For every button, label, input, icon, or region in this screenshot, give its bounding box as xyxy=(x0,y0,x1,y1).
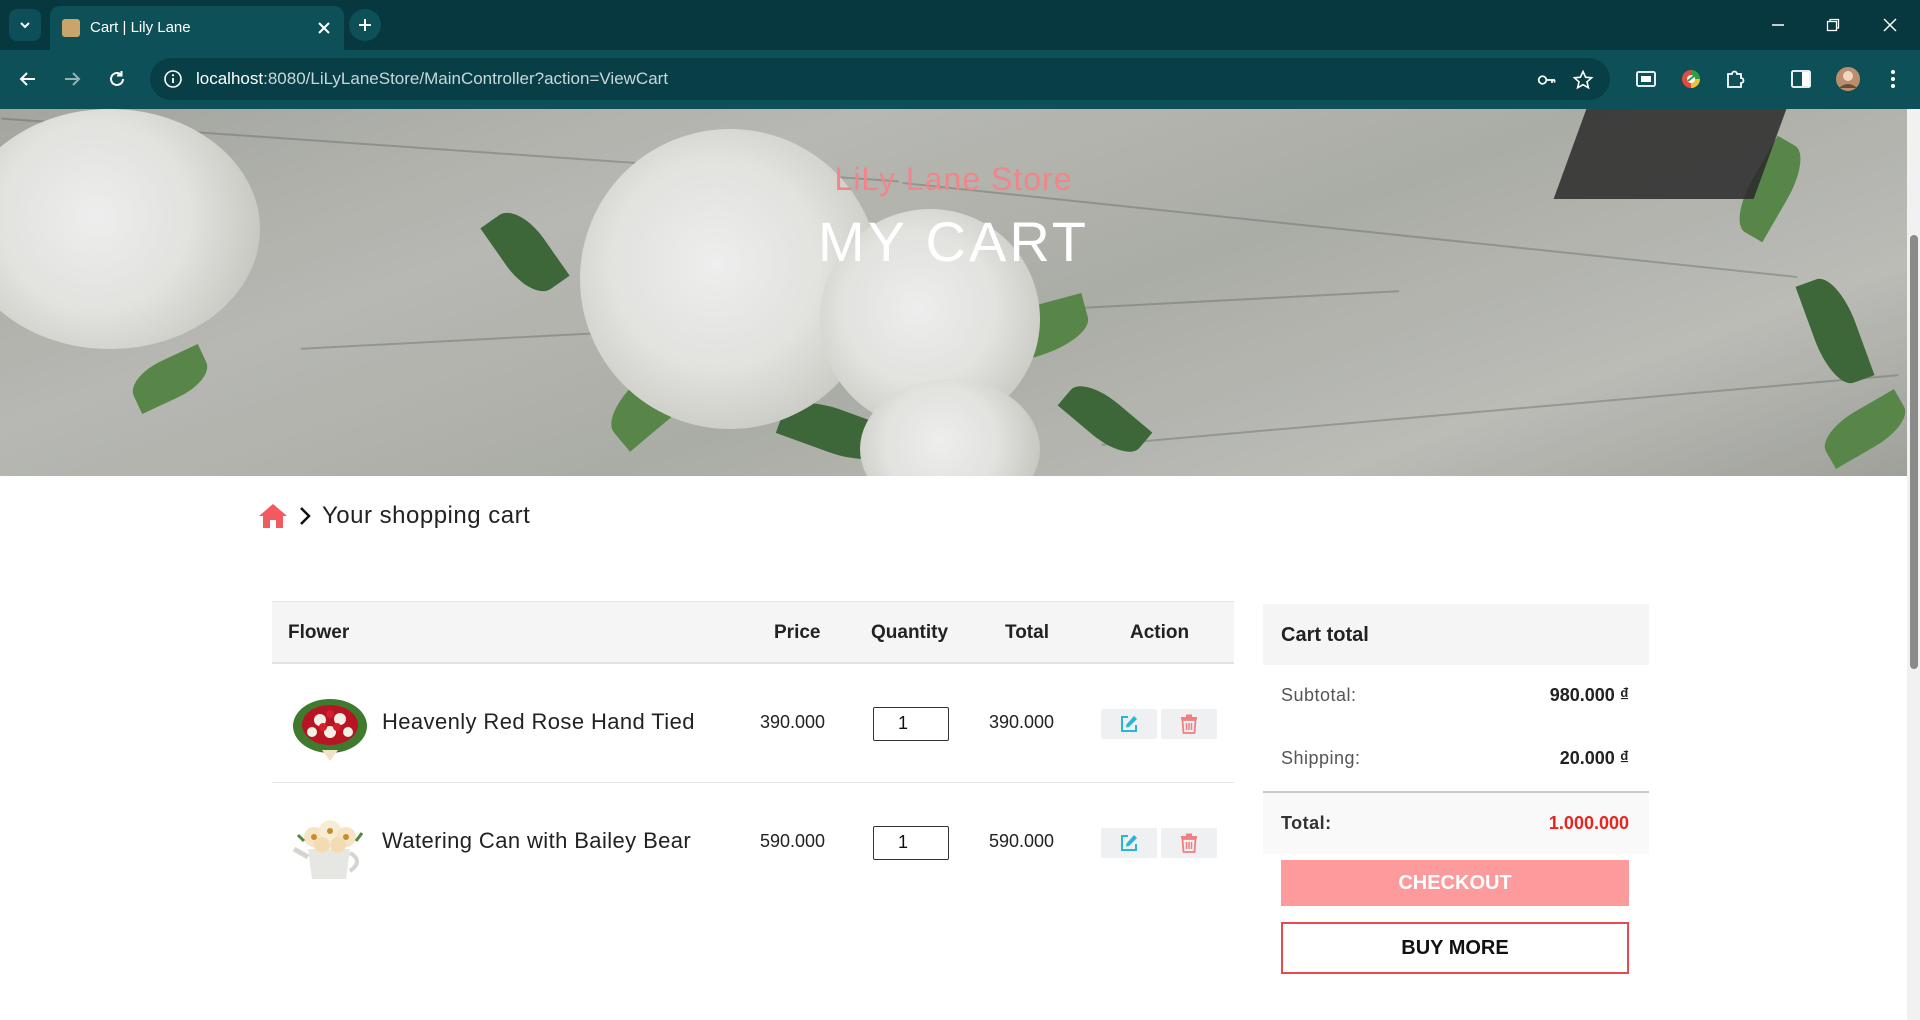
subtotal-row: Subtotal: 980.000 ₫ xyxy=(1263,665,1649,728)
table-header: Flower Price Quantity Total Action xyxy=(272,601,1234,664)
extension-color-button[interactable] xyxy=(1676,64,1706,94)
product-name[interactable]: Heavenly Red Rose Hand Tied xyxy=(382,709,695,735)
puzzle-icon xyxy=(1727,70,1745,88)
close-tab-button[interactable] xyxy=(312,16,336,40)
minimize-window-button[interactable] xyxy=(1762,10,1794,40)
url-host: localhost xyxy=(196,69,264,88)
color-wheel-icon xyxy=(1682,70,1700,88)
restore-window-button[interactable] xyxy=(1817,10,1849,40)
password-manager-button[interactable] xyxy=(1535,68,1559,92)
quantity-input[interactable]: 1 xyxy=(873,826,949,860)
hero-banner: LiLy Lane Store MY CART xyxy=(0,109,1907,476)
edit-icon xyxy=(1121,835,1137,851)
avatar xyxy=(1836,67,1860,91)
reload-button[interactable] xyxy=(101,63,133,95)
plus-icon xyxy=(359,19,371,31)
table-row: Heavenly Red Rose Hand Tied 390.000 1 39… xyxy=(272,664,1234,783)
column-header-price: Price xyxy=(774,622,821,643)
tab-title: Cart | Lily Lane xyxy=(90,19,191,36)
line-total: 590.000 xyxy=(989,831,1055,851)
total-label: Total: xyxy=(1281,813,1332,833)
tab-search-button[interactable] xyxy=(9,9,41,41)
total-row: Total: 1.000.000 xyxy=(1263,791,1649,854)
product-image[interactable] xyxy=(290,811,370,881)
chevron-right-icon xyxy=(294,502,316,530)
close-icon xyxy=(1883,18,1897,32)
browser-tab[interactable]: Cart | Lily Lane xyxy=(50,6,344,50)
cart-total-panel: Cart total Subtotal: 980.000 ₫ Shipping:… xyxy=(1263,604,1649,974)
bookmark-button[interactable] xyxy=(1571,68,1595,92)
url-text[interactable]: localhost:8080/LiLyLaneStore/MainControl… xyxy=(196,69,668,89)
shipping-row: Shipping: 20.000 ₫ xyxy=(1263,728,1649,791)
side-panel-button[interactable] xyxy=(1786,64,1816,94)
info-icon[interactable] xyxy=(163,69,183,89)
column-header-total: Total xyxy=(1005,622,1049,643)
update-button[interactable] xyxy=(1101,709,1157,739)
cart-total-title: Cart total xyxy=(1281,624,1369,646)
browser-tab-bar: Cart | Lily Lane xyxy=(0,0,1920,50)
new-tab-button[interactable] xyxy=(349,9,381,41)
chevron-down-icon xyxy=(20,22,30,29)
subtotal-value: 980.000 ₫ xyxy=(1549,685,1629,705)
reload-icon xyxy=(110,71,124,86)
trash-icon xyxy=(1181,714,1197,734)
trash-icon xyxy=(1181,833,1197,853)
page-scrollbar[interactable] xyxy=(1907,109,1920,1020)
product-image[interactable] xyxy=(290,692,370,762)
line-total: 390.000 xyxy=(989,712,1055,732)
address-bar[interactable]: localhost:8080/LiLyLaneStore/MainControl… xyxy=(150,58,1610,100)
update-button[interactable] xyxy=(1101,828,1157,858)
product-price: 390.000 xyxy=(760,712,826,732)
buy-more-button[interactable]: BUY MORE xyxy=(1281,922,1629,974)
close-window-button[interactable] xyxy=(1874,10,1906,40)
page-viewport: LiLy Lane Store MY CART Your shopping ca… xyxy=(0,109,1920,1020)
browser-toolbar: localhost:8080/LiLyLaneStore/MainControl… xyxy=(0,50,1920,109)
page-title: MY CART xyxy=(818,210,1089,273)
restore-icon xyxy=(1826,18,1840,32)
column-header-action: Action xyxy=(1130,622,1190,643)
url-path: :8080/LiLyLaneStore/MainController?actio… xyxy=(263,69,669,88)
key-icon xyxy=(1537,75,1556,85)
shipping-value: 20.000 ₫ xyxy=(1559,748,1629,768)
cart-total-header: Cart total xyxy=(1263,604,1649,665)
delete-button[interactable] xyxy=(1161,709,1217,739)
close-icon xyxy=(318,22,330,34)
checkout-button[interactable]: CHECKOUT xyxy=(1281,860,1629,906)
column-header-quantity: Quantity xyxy=(871,622,949,643)
product-name[interactable]: Watering Can with Bailey Bear xyxy=(382,828,691,854)
breadcrumb-current: Your shopping cart xyxy=(322,502,531,529)
site-favicon-icon xyxy=(62,19,80,37)
subtotal-label: Subtotal: xyxy=(1281,685,1357,705)
more-vertical-icon xyxy=(1891,70,1895,88)
forward-button[interactable] xyxy=(56,63,88,95)
quantity-input[interactable]: 1 xyxy=(873,707,949,741)
breadcrumb: Your shopping cart xyxy=(258,499,530,533)
product-price: 590.000 xyxy=(760,831,826,851)
home-link[interactable] xyxy=(258,502,288,530)
home-icon xyxy=(259,504,287,528)
total-value: 1.000.000 xyxy=(1548,813,1629,833)
minimize-icon xyxy=(1772,24,1784,26)
cast-icon xyxy=(1636,71,1656,87)
picture-in-picture-button[interactable] xyxy=(1631,64,1661,94)
back-button[interactable] xyxy=(12,63,44,95)
profile-button[interactable] xyxy=(1833,64,1863,94)
arrow-left-icon xyxy=(19,72,35,86)
scrollbar-thumb[interactable] xyxy=(1910,235,1918,669)
shipping-label: Shipping: xyxy=(1281,748,1361,768)
arrow-right-icon xyxy=(65,72,81,86)
edit-icon xyxy=(1121,716,1137,732)
star-icon xyxy=(1572,69,1594,90)
delete-button[interactable] xyxy=(1161,828,1217,858)
store-name: LiLy Lane Store xyxy=(834,161,1073,197)
browser-menu-button[interactable] xyxy=(1878,64,1908,94)
column-header-flower: Flower xyxy=(288,622,350,643)
table-row: Watering Can with Bailey Bear 590.000 1 … xyxy=(272,783,1234,902)
extensions-button[interactable] xyxy=(1720,64,1750,94)
cart-table: Flower Price Quantity Total Action Heave… xyxy=(272,601,1234,902)
side-panel-icon xyxy=(1791,70,1811,88)
